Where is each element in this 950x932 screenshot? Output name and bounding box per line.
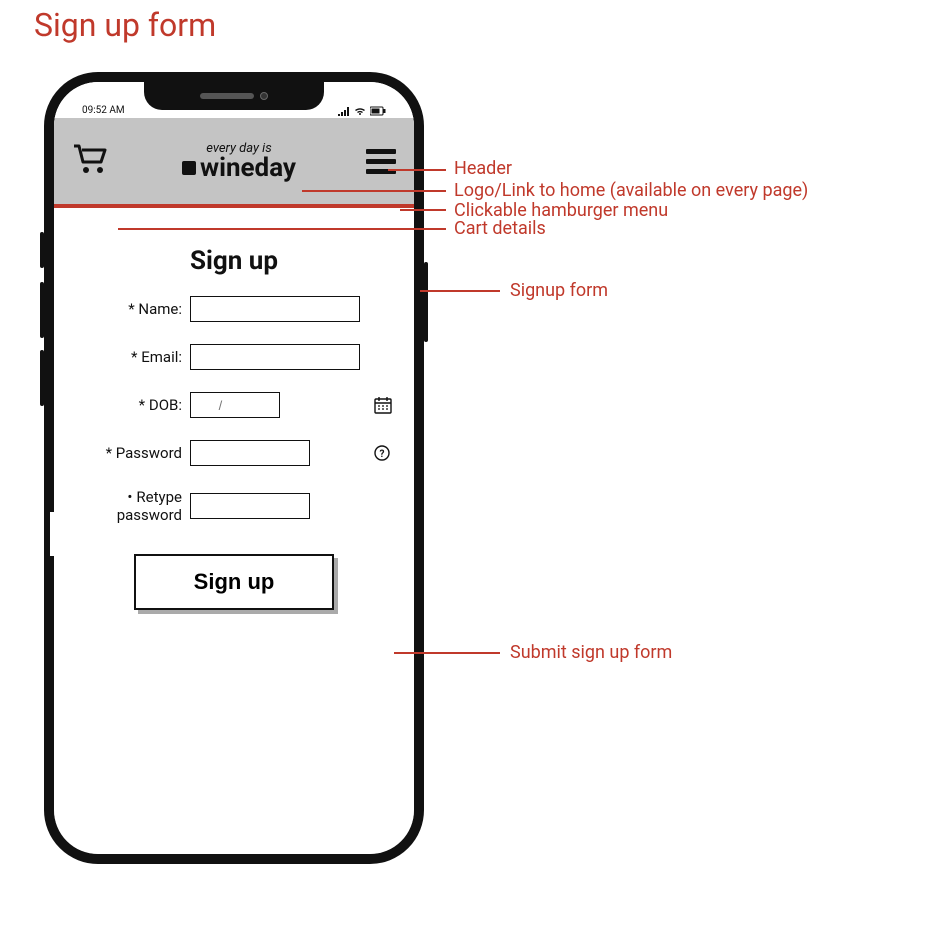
- annotation-line: [420, 290, 500, 292]
- phone-screen: 09:52 AM every day is wineday: [54, 82, 414, 854]
- annotation-line: [388, 169, 446, 171]
- app-header: every day is wineday: [54, 118, 414, 208]
- annotation-line: [400, 209, 446, 211]
- cart-button[interactable]: [72, 142, 112, 180]
- battery-icon: [370, 106, 386, 116]
- signal-icon: [338, 106, 350, 116]
- email-label: * Email:: [72, 348, 182, 366]
- annotation-line: [118, 228, 446, 230]
- form-title: Sign up: [72, 246, 396, 276]
- annotation-header: Header: [454, 158, 512, 179]
- retype-password-input[interactable]: [190, 493, 310, 519]
- camera-icon: [260, 92, 268, 100]
- annotation-line: [302, 190, 446, 192]
- speaker-icon: [200, 93, 254, 99]
- calendar-icon[interactable]: [374, 396, 392, 414]
- dob-label: * DOB:: [72, 396, 182, 414]
- password-input[interactable]: [190, 440, 310, 466]
- annotation-logo: Logo/Link to home (available on every pa…: [454, 180, 808, 201]
- password-label: * Password: [72, 444, 182, 462]
- annotation-line: [394, 652, 500, 654]
- retype-password-label: •Retype password: [72, 488, 182, 524]
- dob-input[interactable]: [190, 392, 280, 418]
- signup-form: Sign up * Name: * Email: * DOB: * Passwo…: [54, 208, 414, 610]
- logo-home-link[interactable]: every day is wineday: [182, 142, 296, 181]
- annotation-signup-form: Signup form: [510, 280, 608, 301]
- annotation-submit: Submit sign up form: [510, 642, 672, 663]
- logo-brand-text: wineday: [200, 155, 296, 181]
- phone-volume-up: [40, 282, 44, 338]
- cart-icon: [72, 142, 112, 176]
- phone-notch: [144, 82, 324, 110]
- help-icon[interactable]: ?: [374, 445, 390, 461]
- wifi-icon: [354, 106, 366, 116]
- status-time: 09:52 AM: [82, 105, 125, 116]
- phone-silence-switch: [40, 232, 44, 268]
- hamburger-icon: [366, 159, 396, 164]
- page-title: Sign up form: [34, 6, 216, 44]
- name-input[interactable]: [190, 296, 360, 322]
- phone-side-button: [424, 262, 428, 342]
- svg-text:?: ?: [380, 449, 385, 460]
- email-input[interactable]: [190, 344, 360, 370]
- annotation-cart: Cart details: [454, 218, 546, 239]
- signup-submit-button[interactable]: Sign up: [134, 554, 334, 610]
- hamburger-icon: [366, 149, 396, 154]
- logo-mark-icon: [182, 161, 196, 175]
- phone-volume-down: [40, 350, 44, 406]
- name-label: * Name:: [72, 300, 182, 318]
